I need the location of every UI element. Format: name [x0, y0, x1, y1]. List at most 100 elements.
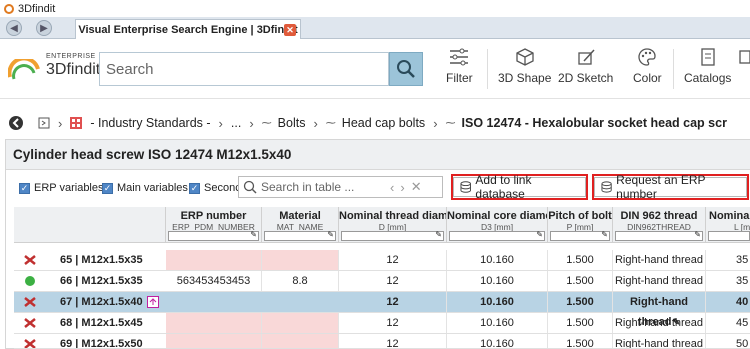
- clear-icon[interactable]: ✕: [411, 179, 422, 195]
- column-filter-field[interactable]: ✎: [168, 230, 259, 241]
- table-row-selected[interactable]: 67 | M12x1.5x40 12 10.160 1.500 Right-ha…: [14, 292, 750, 328]
- app-title: 3Dfindit: [18, 2, 56, 15]
- column-header-erp-number[interactable]: ERP number ERP_PDM_NUMBER ✎: [166, 207, 262, 243]
- more-icon: [739, 50, 750, 64]
- pitch-cell: 1.500: [548, 334, 613, 348]
- industry-standards-icon: [70, 117, 83, 129]
- bolt-icon: ⁓: [325, 117, 336, 129]
- thread-diameter-cell: 12: [339, 313, 447, 333]
- thread-diameter-cell: 12: [339, 292, 447, 312]
- back-button[interactable]: ◀: [6, 20, 22, 36]
- table-search-input[interactable]: [261, 180, 387, 194]
- thread-cell: Right-hand thread✎: [613, 292, 706, 328]
- table-search[interactable]: ‹ › ✕: [238, 176, 443, 198]
- column-filter-field[interactable]: [708, 231, 750, 241]
- column-header-material[interactable]: Material MAT_NAME ✎: [262, 207, 339, 243]
- check-icon: ✓: [102, 182, 113, 194]
- 2d-sketch-label: 2D Sketch: [558, 71, 614, 85]
- pitch-cell: 1.500: [548, 271, 613, 291]
- pitch-cell: 1.500: [548, 313, 613, 333]
- add-to-link-database-button[interactable]: Add to link database: [451, 173, 588, 201]
- core-diameter-cell: 10.160: [447, 313, 548, 333]
- table-row[interactable]: 66 | M12x1.5x35 563453453453 8.8 12 10.1…: [14, 271, 750, 292]
- column-filter-field[interactable]: ✎: [341, 230, 444, 241]
- color-button[interactable]: Color: [633, 47, 662, 95]
- breadcrumb-item-standards[interactable]: - Industry Standards -: [70, 116, 211, 130]
- column-title: Nominal thread diam...: [339, 210, 446, 222]
- color-label: Color: [633, 71, 662, 85]
- forward-button[interactable]: ▶: [36, 20, 52, 36]
- erp-number-cell[interactable]: [166, 250, 262, 270]
- thread-diameter-cell: 12: [339, 250, 447, 270]
- tab-title: Visual Enterprise Search Engine | 3Dfind…: [78, 24, 298, 36]
- chevron-right-icon: ›: [433, 115, 438, 131]
- erp-missing-icon: [24, 255, 36, 265]
- column-header-nominal-core[interactable]: Nominal core diame... D3 [mm] ✎: [447, 207, 548, 243]
- table-row[interactable]: 68 | M12x1.5x45 12 10.160 1.500 Right-ha…: [14, 313, 750, 334]
- logo: ENTERPRISE 3Dfindit: [8, 53, 100, 85]
- column-filter-field[interactable]: ✎: [449, 230, 545, 241]
- app-logo-icon: [4, 3, 14, 14]
- column-header-din962[interactable]: DIN 962 thread DIN962THREAD ✎: [613, 207, 706, 243]
- material-cell[interactable]: [262, 250, 339, 270]
- breadcrumb-item-bolts[interactable]: ⁓ Bolts: [262, 116, 306, 130]
- table-row[interactable]: 69 | M12x1.5x50 12 10.160 1.500 Right-ha…: [14, 334, 750, 349]
- erp-variables-checkbox[interactable]: ✓ ERP variables: [19, 182, 104, 194]
- column-title: Nominal core diame...: [447, 210, 547, 222]
- column-filter-field[interactable]: ✎: [615, 230, 703, 241]
- filter-button[interactable]: Filter: [446, 47, 473, 95]
- 3d-shape-label: 3D Shape: [498, 71, 552, 85]
- length-cell: 45: [736, 317, 749, 329]
- breadcrumb-item-ellipsis[interactable]: ...: [231, 116, 241, 130]
- material-cell[interactable]: 8.8: [262, 271, 339, 291]
- table-row[interactable]: 65 | M12x1.5x35 12 10.160 1.500 Right-ha…: [14, 250, 750, 271]
- next-icon[interactable]: ›: [400, 180, 404, 195]
- breadcrumb-item-head-cap-bolts[interactable]: ⁓ Head cap bolts: [326, 116, 425, 130]
- browser-tab[interactable]: Visual Enterprise Search Engine | 3Dfind…: [75, 19, 301, 40]
- pencil-icon: ✎: [601, 230, 608, 239]
- back-circle-icon[interactable]: [8, 115, 24, 131]
- material-cell[interactable]: [262, 334, 339, 348]
- more-button[interactable]: [738, 47, 750, 95]
- erp-number-cell[interactable]: 563453453453: [166, 271, 262, 291]
- pitch-cell: 1.500: [548, 292, 613, 312]
- material-cell[interactable]: [262, 313, 339, 333]
- pencil-icon: ✎: [435, 230, 442, 239]
- column-title: ERP number: [180, 210, 247, 222]
- erp-missing-icon: [24, 339, 36, 348]
- search-input[interactable]: [100, 53, 388, 85]
- column-header-nominal-length[interactable]: Nominal l L [mm: [706, 207, 750, 243]
- erp-number-cell[interactable]: [166, 334, 262, 348]
- 3d-shape-button[interactable]: 3D Shape: [498, 47, 551, 95]
- column-title: Material: [279, 210, 321, 222]
- filter-label: Filter: [446, 71, 473, 85]
- tab-close-icon[interactable]: ✕: [284, 24, 296, 36]
- catalogs-label: Catalogs: [684, 71, 732, 85]
- pitch-cell: 1.500: [548, 250, 613, 270]
- column-filter-field[interactable]: ✎: [550, 230, 610, 241]
- column-header-pitch[interactable]: Pitch of bolt P [mm] ✎: [548, 207, 613, 243]
- pencil-icon: ✎: [694, 230, 701, 239]
- catalogs-button[interactable]: Catalogs: [684, 47, 731, 95]
- search-button[interactable]: [389, 52, 423, 86]
- add-to-link-database-inner: Add to link database: [453, 173, 586, 201]
- previous-icon[interactable]: ‹: [390, 180, 394, 195]
- column-header-nominal-thread[interactable]: Nominal thread diam... D [mm] ✎: [339, 207, 447, 243]
- database-request-icon: [601, 181, 612, 193]
- chevron-right-icon: ›: [249, 115, 254, 131]
- 2d-sketch-button[interactable]: 2D Sketch: [558, 47, 613, 95]
- breadcrumb-item-current[interactable]: ⁓ ISO 12474 - Hexalobular socket head ca…: [446, 116, 727, 130]
- column-filter-field[interactable]: ✎: [264, 230, 336, 241]
- erp-number-cell[interactable]: [166, 313, 262, 333]
- thread-cell: Right-hand thread: [613, 271, 706, 291]
- expand-box-icon[interactable]: [38, 117, 50, 129]
- erp-ok-icon: [25, 276, 35, 286]
- search-box[interactable]: [99, 52, 389, 86]
- request-erp-number-button[interactable]: Request an ERP number: [592, 173, 749, 201]
- second-variables-checkbox[interactable]: ✓ Seconc: [189, 182, 241, 194]
- add-to-link-database-label: Add to link database: [475, 173, 532, 201]
- table-options: ✓ERP variables ✓Main variables ✓Seconc ‹…: [6, 172, 750, 206]
- chevron-right-icon: ›: [218, 115, 223, 131]
- main-variables-checkbox[interactable]: ✓ Main variables: [102, 182, 188, 194]
- compare-icon[interactable]: [147, 296, 159, 308]
